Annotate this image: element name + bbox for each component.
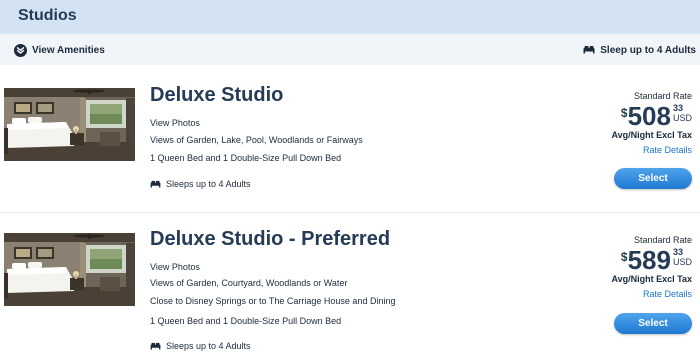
occupancy-label: Sleeps up to 4 Adults <box>166 341 251 351</box>
bed-icon <box>150 175 161 193</box>
room-title: Deluxe Studio <box>150 84 284 106</box>
select-button[interactable]: Select <box>614 168 692 189</box>
occupancy-summary: Sleep up to 4 Adults <box>583 42 696 58</box>
view-amenities-button[interactable]: View Amenities <box>14 42 105 58</box>
room-card: Deluxe Studio View Photos Views of Garde… <box>0 65 700 212</box>
price-note: Avg/Night Excl Tax <box>611 274 692 284</box>
currency-code: USD <box>672 257 692 267</box>
room-location-description: Close to Disney Springs or to The Carria… <box>150 296 396 306</box>
room-bed-description: 1 Queen Bed and 1 Double-Size Pull Down … <box>150 153 342 163</box>
price-box: Standard Rate $ 589 33 USD Avg/Night Exc… <box>562 235 692 299</box>
price-box: Standard Rate $ 508 33 USD Avg/Night Exc… <box>562 91 692 155</box>
view-photos-link[interactable]: View Photos <box>150 118 200 128</box>
view-photos-link[interactable]: View Photos <box>150 262 200 272</box>
price-dollars: 508 <box>627 101 671 131</box>
rate-details-link[interactable]: Rate Details <box>562 145 692 155</box>
price: $ 508 33 USD <box>562 103 692 129</box>
bed-icon <box>583 41 595 59</box>
room-photo[interactable] <box>4 233 135 306</box>
rate-type: Standard Rate <box>633 235 692 245</box>
currency-code: USD <box>672 113 692 123</box>
bed-icon <box>150 337 161 355</box>
occupancy-label: Sleeps up to 4 Adults <box>166 179 251 189</box>
amenities-bar: View Amenities Sleep up to 4 Adults <box>0 34 700 65</box>
room-occupancy: Sleeps up to 4 Adults <box>150 175 251 193</box>
price-dollars: 589 <box>627 245 671 275</box>
room-view-description: Views of Garden, Lake, Pool, Woodlands o… <box>150 135 363 145</box>
section-title: Studios <box>18 7 77 24</box>
price-note: Avg/Night Excl Tax <box>611 130 692 140</box>
room-title: Deluxe Studio - Preferred <box>150 228 391 250</box>
room-view-description: Views of Garden, Courtyard, Woodlands or… <box>150 278 348 288</box>
room-card: Deluxe Studio - Preferred View Photos Vi… <box>0 213 700 361</box>
price-cents: 33 <box>672 247 683 257</box>
currency-symbol: $ <box>620 250 628 264</box>
chevron-down-circle-icon <box>14 43 27 57</box>
currency-symbol: $ <box>620 106 628 120</box>
rate-type: Standard Rate <box>633 91 692 101</box>
price: $ 589 33 USD <box>562 247 692 273</box>
price-cents: 33 <box>672 103 683 113</box>
select-button[interactable]: Select <box>614 313 692 334</box>
room-occupancy: Sleeps up to 4 Adults <box>150 337 251 355</box>
section-header: Studios <box>0 0 700 34</box>
rate-details-link[interactable]: Rate Details <box>562 289 692 299</box>
view-amenities-label: View Amenities <box>32 44 105 56</box>
room-photo[interactable] <box>4 88 135 161</box>
room-bed-description: 1 Queen Bed and 1 Double-Size Pull Down … <box>150 316 342 326</box>
occupancy-label: Sleep up to 4 Adults <box>600 44 696 56</box>
